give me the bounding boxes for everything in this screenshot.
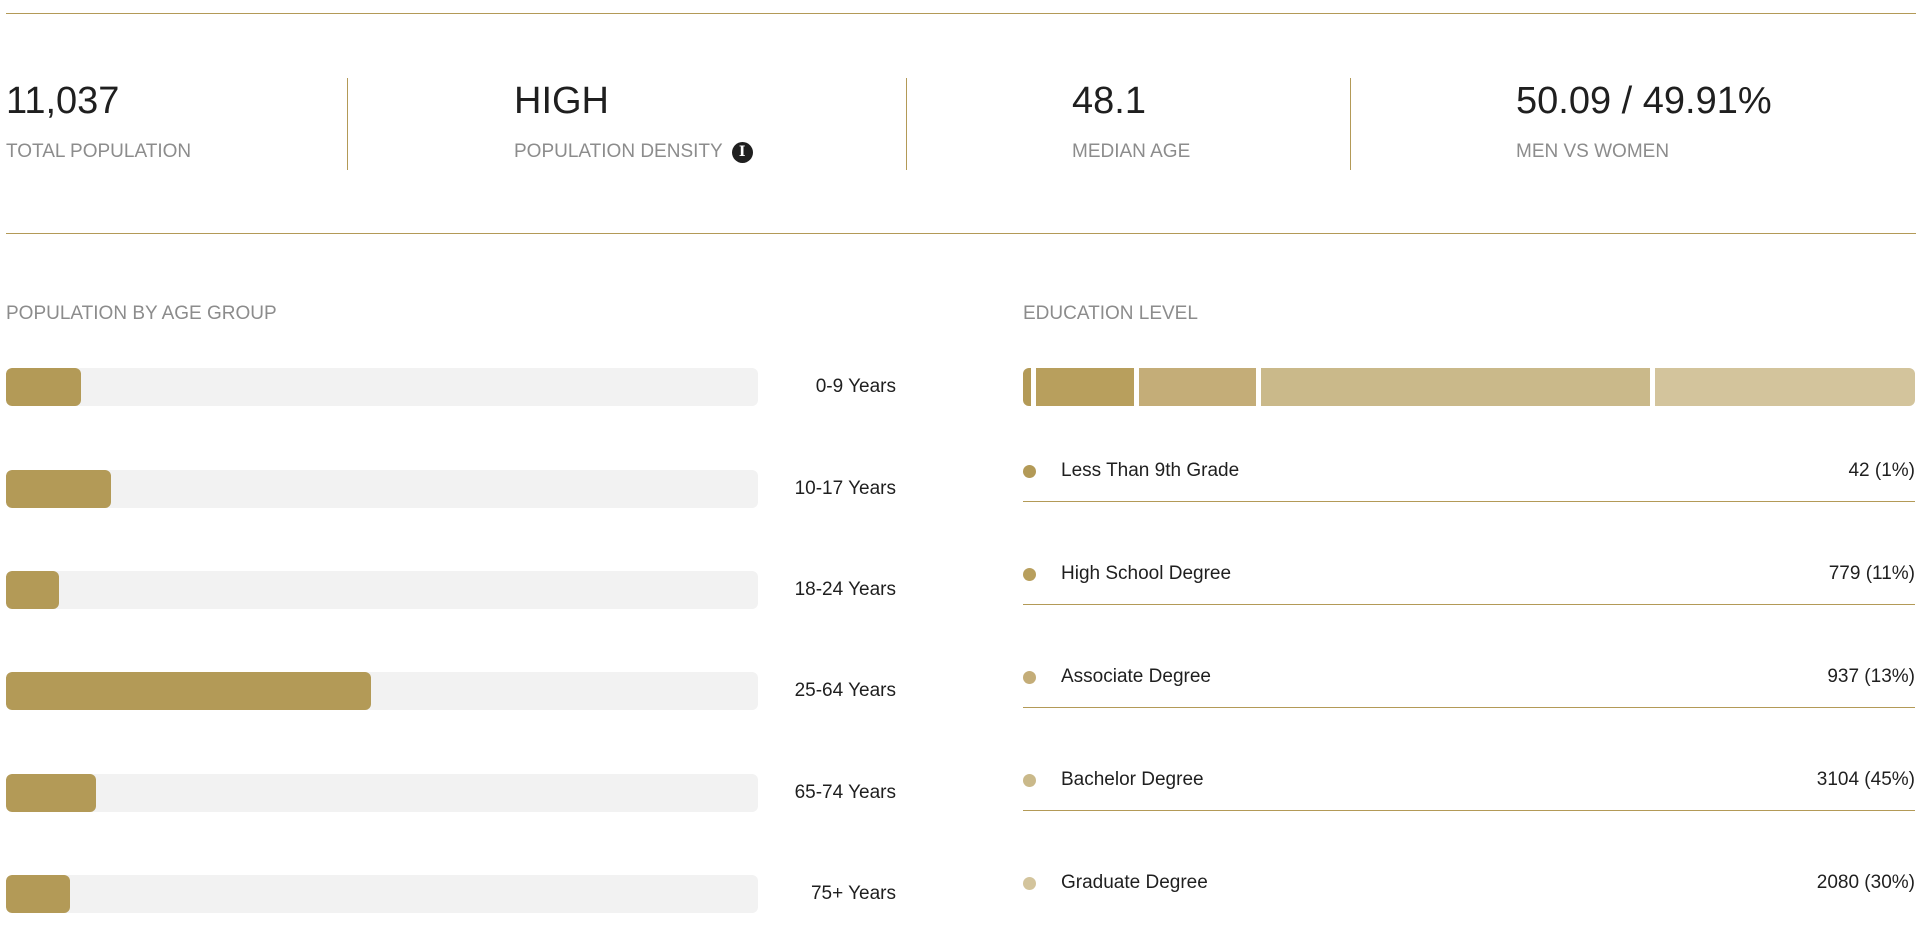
- legend-dot-icon: [1023, 568, 1036, 581]
- age-bar-track: [6, 875, 758, 913]
- age-bar-fill: [6, 368, 82, 406]
- age-group-row: 25-64 Years: [6, 672, 896, 710]
- age-section-title: POPULATION BY AGE GROUP: [6, 303, 277, 324]
- stat-median-age: 48.1 MEDIAN AGE: [1072, 78, 1190, 164]
- legend-dot-icon: [1023, 774, 1036, 787]
- education-bar-segment: [1138, 368, 1256, 406]
- age-group-row: 10-17 Years: [6, 470, 896, 508]
- education-row: Associate Degree 937 (13%): [1023, 658, 1915, 708]
- age-bar-fill: [6, 470, 112, 508]
- age-bar-fill: [6, 774, 97, 812]
- education-row: Bachelor Degree 3104 (45%): [1023, 761, 1915, 811]
- stat-separator: [906, 78, 907, 170]
- age-group-label: 10-17 Years: [794, 478, 896, 499]
- age-bar-track: [6, 774, 758, 812]
- age-group-row: 0-9 Years: [6, 368, 896, 406]
- education-level-value: 42 (1%): [1848, 460, 1915, 481]
- age-group-row: 65-74 Years: [6, 774, 896, 812]
- section-divider: [6, 233, 1916, 234]
- age-group-label: 75+ Years: [810, 883, 896, 904]
- age-group-label: 0-9 Years: [815, 376, 896, 397]
- stat-total-population: 11,037 TOTAL POPULATION: [6, 78, 191, 164]
- stat-population-density: HIGH POPULATION DENSITY i: [514, 78, 753, 164]
- education-row: Graduate Degree 2080 (30%): [1023, 864, 1915, 914]
- education-level-value: 779 (11%): [1828, 563, 1915, 584]
- education-bar-segment: [1260, 368, 1650, 406]
- education-level-label: Bachelor Degree: [1061, 769, 1204, 790]
- stat-value: 48.1: [1072, 80, 1146, 122]
- age-bar-track: [6, 571, 758, 609]
- education-stacked-bar: [1023, 368, 1915, 406]
- stat-men-vs-women: 50.09 / 49.91% MEN VS WOMEN: [1516, 78, 1772, 164]
- age-bar-fill: [6, 672, 371, 710]
- education-level-value: 937 (13%): [1827, 666, 1915, 687]
- stat-value: 11,037: [6, 80, 120, 122]
- legend-dot-icon: [1023, 877, 1036, 890]
- stat-label: TOTAL POPULATION: [6, 141, 192, 162]
- education-section-title: EDUCATION LEVEL: [1023, 303, 1198, 324]
- age-group-label: 18-24 Years: [794, 579, 896, 600]
- education-level-label: High School Degree: [1061, 563, 1232, 584]
- age-group-label: 25-64 Years: [794, 680, 896, 701]
- age-bar-track: [6, 672, 758, 710]
- age-bar-fill: [6, 875, 70, 913]
- stat-label: MEN VS WOMEN: [1516, 141, 1670, 162]
- education-level-label: Graduate Degree: [1061, 872, 1208, 893]
- education-bar-segment: [1035, 368, 1134, 406]
- stat-separator: [1350, 78, 1351, 170]
- education-level-label: Less Than 9th Grade: [1061, 460, 1240, 481]
- age-bar-track: [6, 470, 758, 508]
- education-level-label: Associate Degree: [1061, 666, 1211, 687]
- stat-value: 50.09 / 49.91%: [1516, 80, 1772, 122]
- age-group-row: 75+ Years: [6, 875, 896, 913]
- stat-label: MEDIAN AGE: [1072, 141, 1191, 162]
- stat-label-row: POPULATION DENSITY i: [514, 140, 753, 164]
- age-bar-fill: [6, 571, 59, 609]
- education-row: High School Degree 779 (11%): [1023, 555, 1915, 605]
- education-bar-segment: [1654, 368, 1915, 406]
- stat-separator: [347, 78, 348, 170]
- education-row: Less Than 9th Grade 42 (1%): [1023, 452, 1915, 502]
- top-divider: [6, 13, 1916, 14]
- education-bar-segment: [1023, 368, 1031, 406]
- education-level-value: 3104 (45%): [1816, 769, 1915, 790]
- age-bar-track: [6, 368, 758, 406]
- education-level-value: 2080 (30%): [1816, 872, 1915, 893]
- stat-value: HIGH: [514, 80, 609, 122]
- age-group-row: 18-24 Years: [6, 571, 896, 609]
- legend-dot-icon: [1023, 671, 1036, 684]
- age-group-label: 65-74 Years: [794, 782, 896, 803]
- stat-label: POPULATION DENSITY: [514, 141, 723, 162]
- info-icon[interactable]: i: [731, 141, 753, 163]
- legend-dot-icon: [1023, 465, 1036, 478]
